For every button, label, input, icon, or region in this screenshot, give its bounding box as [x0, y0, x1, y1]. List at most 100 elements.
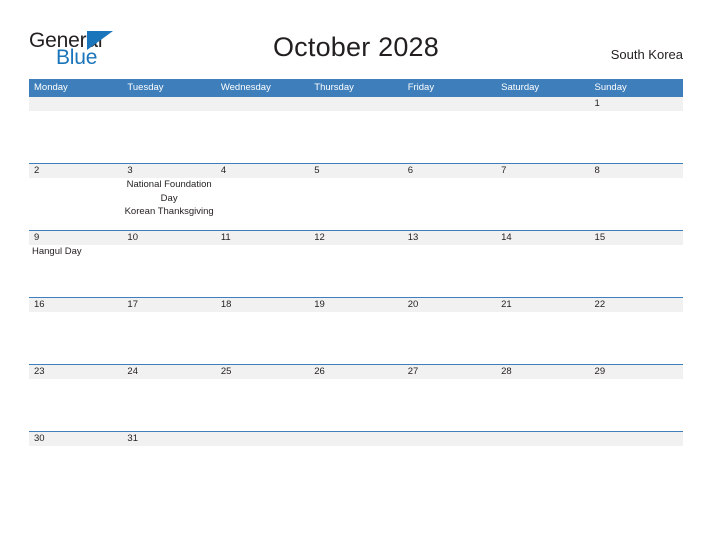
page-header: General Blue October 2028 South Korea: [0, 0, 712, 78]
day-number: 8: [594, 165, 600, 176]
day-cell-27[interactable]: 27: [403, 365, 496, 431]
day-number: 30: [34, 433, 45, 444]
calendar-week-row: 9 Hangul Day 10 11 12 13 14 15: [29, 230, 683, 297]
day-cell-10[interactable]: 10: [122, 231, 215, 297]
week-cells: 16 17 18 19 20 21 22: [29, 298, 683, 364]
day-cell-18[interactable]: 18: [216, 298, 309, 364]
calendar-week-row: 30 31: [29, 431, 683, 461]
day-number: 20: [407, 299, 419, 310]
day-cell-13[interactable]: 13: [403, 231, 496, 297]
day-number: 25: [220, 366, 232, 377]
day-cell-21[interactable]: 21: [496, 298, 589, 364]
weekday-header-saturday: Saturday: [501, 82, 540, 93]
week-cells: 30 31: [29, 432, 683, 461]
day-number: 12: [314, 232, 325, 243]
day-events: Hangul Day: [29, 245, 122, 259]
weekday-header-tuesday: Tuesday: [127, 82, 164, 93]
day-cell-5[interactable]: 5: [309, 164, 402, 230]
day-number: 14: [501, 232, 512, 243]
day-cell-empty: [216, 97, 309, 163]
day-number: 1: [594, 98, 600, 109]
day-cell-empty: [403, 432, 496, 461]
day-cell-23[interactable]: 23: [29, 365, 122, 431]
day-cell-4[interactable]: 4: [216, 164, 309, 230]
day-cell-2[interactable]: 2: [29, 164, 122, 230]
weekday-header-wednesday: Wednesday: [220, 82, 271, 93]
day-number: 5: [314, 165, 320, 176]
day-cell-17[interactable]: 17: [122, 298, 215, 364]
day-cell-26[interactable]: 26: [309, 365, 402, 431]
day-cell-9[interactable]: 9 Hangul Day: [29, 231, 122, 297]
day-cell-20[interactable]: 20: [403, 298, 496, 364]
day-cell-22[interactable]: 22: [590, 298, 683, 364]
week-cells: 1: [29, 97, 683, 163]
day-number: 16: [34, 299, 45, 310]
day-number: 28: [501, 366, 512, 377]
day-cell-8[interactable]: 8: [590, 164, 683, 230]
day-cell-empty: [403, 97, 496, 163]
day-cell-25[interactable]: 25: [216, 365, 309, 431]
day-number: 3: [127, 165, 133, 176]
day-cell-28[interactable]: 28: [496, 365, 589, 431]
day-number: 7: [501, 165, 507, 176]
weekday-header-row: Monday Tuesday Wednesday Thursday Friday Satu…: [29, 79, 683, 96]
calendar-week-row: 16 17 18 19 20 21 22: [29, 297, 683, 364]
page-title: October 2028: [272, 32, 439, 62]
day-cell-empty: [122, 97, 215, 163]
holiday-label: National Foundation Day: [126, 179, 212, 204]
day-cell-12[interactable]: 12: [309, 231, 402, 297]
day-cell-11[interactable]: 11: [216, 231, 309, 297]
day-number: 2: [34, 165, 40, 176]
day-cell-15[interactable]: 15: [590, 231, 683, 297]
day-number: 9: [34, 232, 40, 243]
day-cell-empty: [216, 432, 309, 461]
day-number: 15: [594, 232, 606, 243]
weekday-header-monday: Monday: [34, 82, 68, 93]
day-number: 11: [220, 232, 231, 243]
day-cell-30[interactable]: 30: [29, 432, 122, 461]
day-number: 31: [127, 433, 138, 444]
day-cell-19[interactable]: 19: [309, 298, 402, 364]
day-cell-24[interactable]: 24: [122, 365, 215, 431]
calendar-weeks: 1 2 3 National Foundation Day Korean Thanksg…: [29, 96, 683, 461]
day-cell-14[interactable]: 14: [496, 231, 589, 297]
day-number: 6: [407, 165, 413, 176]
day-cell-empty: [496, 97, 589, 163]
week-cells: 23 24 25 26 27 28 29: [29, 365, 683, 431]
day-number: 19: [314, 299, 325, 310]
day-cell-16[interactable]: 16: [29, 298, 122, 364]
day-cell-3[interactable]: 3 National Foundation Day Korean Thanksgiv…: [122, 164, 215, 230]
day-number: 21: [501, 299, 512, 310]
day-number: 18: [220, 299, 232, 310]
day-number: 22: [594, 299, 606, 310]
day-cell-31[interactable]: 31: [122, 432, 215, 461]
calendar-page: General Blue October 2028 South Korea Mo…: [0, 0, 712, 550]
day-number: 24: [127, 366, 138, 377]
day-cell-1[interactable]: 1: [590, 97, 683, 163]
day-cell-empty: [590, 432, 683, 461]
week-cells: 2 3 National Foundation Day Korean Thanksgi…: [29, 164, 683, 230]
day-cell-empty: [29, 97, 122, 163]
day-number: 17: [127, 299, 138, 310]
holiday-label: Hangul Day: [32, 246, 82, 257]
weekday-header-friday: Friday: [407, 82, 435, 93]
day-number: 4: [220, 165, 227, 176]
week-cells: 9 Hangul Day 10 11 12 13 14 15: [29, 231, 683, 297]
day-cell-empty: [496, 432, 589, 461]
day-cell-empty: [309, 97, 402, 163]
weekday-header-thursday: Thursday: [314, 82, 354, 93]
calendar-week-row: 2 3 National Foundation Day Korean Thanksgi…: [29, 163, 683, 230]
day-number: 13: [407, 232, 419, 243]
day-cell-6[interactable]: 6: [403, 164, 496, 230]
calendar-week-row: 1: [29, 96, 683, 163]
calendar-grid: Monday Tuesday Wednesday Thursday Friday Satu…: [29, 79, 683, 461]
day-number: 29: [594, 366, 606, 377]
day-number: 10: [127, 232, 138, 243]
day-number: 26: [314, 366, 325, 377]
day-cell-7[interactable]: 7: [496, 164, 589, 230]
weekday-header-sunday: Sunday: [594, 82, 627, 93]
day-cell-empty: [309, 432, 402, 461]
day-cell-29[interactable]: 29: [590, 365, 683, 431]
day-number: 27: [407, 366, 419, 377]
holiday-label: Korean Thanksgiving: [124, 206, 214, 217]
